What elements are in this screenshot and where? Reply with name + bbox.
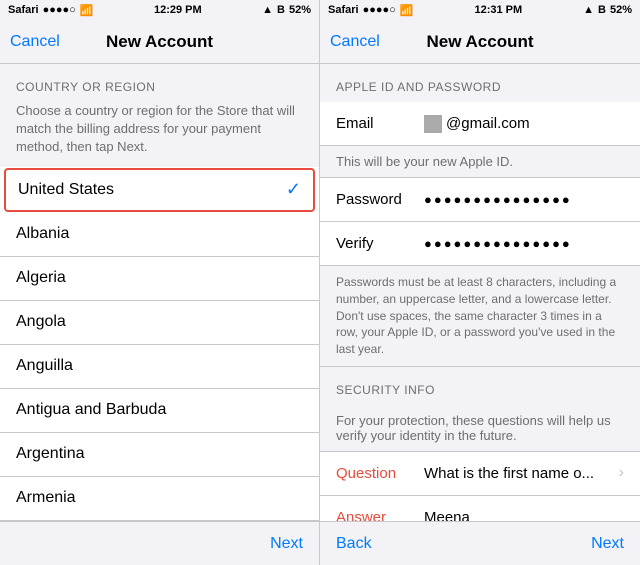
email-suffix: @gmail.com <box>446 115 530 132</box>
verify-label: Verify <box>336 235 416 252</box>
left-bottom-bar: Next <box>0 521 319 565</box>
country-name: Albania <box>16 225 69 243</box>
right-carrier: Safari <box>328 4 359 16</box>
left-carrier: Safari <box>8 4 39 16</box>
email-label: Email <box>336 115 416 132</box>
country-name: Antigua and Barbuda <box>16 401 166 419</box>
left-nav-bar: Cancel New Account <box>0 20 319 64</box>
left-wifi-icon: 📶 <box>80 4 94 17</box>
country-name: Algeria <box>16 269 66 287</box>
country-name: Argentina <box>16 445 85 463</box>
security-section: Question What is the first name o... › A… <box>320 452 640 521</box>
right-signal: ●●●●○ <box>363 4 396 16</box>
right-bluetooth-icon: B <box>598 4 606 16</box>
country-name-us: United States <box>18 181 114 199</box>
left-next-button[interactable]: Next <box>270 535 303 553</box>
password-section: Password ●●●●●●●●●●●●●●● Verify ●●●●●●●●… <box>320 178 640 266</box>
right-battery: 52% <box>610 4 632 16</box>
country-item-argentina[interactable]: Argentina <box>0 433 319 477</box>
answer1-row[interactable]: Answer Meena <box>320 496 640 521</box>
left-panel: Safari ●●●●○ 📶 12:29 PM ▲ B 52% Cancel N… <box>0 0 320 565</box>
left-battery: 52% <box>289 4 311 16</box>
password-row[interactable]: Password ●●●●●●●●●●●●●●● <box>320 178 640 222</box>
verify-row[interactable]: Verify ●●●●●●●●●●●●●●● <box>320 222 640 266</box>
left-signal: ●●●●○ <box>43 4 76 16</box>
password-label: Password <box>336 191 416 208</box>
right-wifi-icon: 📶 <box>400 4 414 17</box>
left-time: 12:29 PM <box>154 4 202 16</box>
security-header: SECURITY INFO <box>320 367 640 405</box>
country-item-antigua[interactable]: Antigua and Barbuda <box>0 389 319 433</box>
country-name: Armenia <box>16 489 76 507</box>
email-row[interactable]: Email @gmail.com <box>320 102 640 146</box>
right-next-button[interactable]: Next <box>591 535 624 553</box>
left-nav-title: New Account <box>106 32 213 52</box>
country-list: United States ✓ Albania Algeria Angola A… <box>0 167 319 521</box>
verify-value: ●●●●●●●●●●●●●●● <box>416 236 624 251</box>
country-item-us[interactable]: United States ✓ <box>4 168 315 212</box>
country-item-anguilla[interactable]: Anguilla <box>0 345 319 389</box>
right-status-bar: Safari ●●●●○ 📶 12:31 PM ▲ B 52% <box>320 0 640 20</box>
apple-id-section: Email @gmail.com <box>320 102 640 146</box>
country-name: Angola <box>16 313 66 331</box>
right-nav-bar: Cancel New Account <box>320 20 640 64</box>
left-bluetooth-icon: B <box>277 4 285 16</box>
right-panel: Safari ●●●●○ 📶 12:31 PM ▲ B 52% Cancel N… <box>320 0 640 565</box>
left-section-header: COUNTRY OR REGION <box>0 64 319 102</box>
left-status-bar: Safari ●●●●○ 📶 12:29 PM ▲ B 52% <box>0 0 319 20</box>
right-bottom-bar: Back Next <box>320 521 640 565</box>
right-cancel-button[interactable]: Cancel <box>330 33 380 51</box>
right-back-button[interactable]: Back <box>336 535 372 553</box>
answer1-value: Meena <box>416 509 624 521</box>
right-time: 12:31 PM <box>474 4 522 16</box>
email-hint: This will be your new Apple ID. <box>320 146 640 178</box>
question1-row[interactable]: Question What is the first name o... › <box>320 452 640 496</box>
left-section-desc: Choose a country or region for the Store… <box>0 102 319 167</box>
right-nav-title: New Account <box>426 32 533 52</box>
country-name: Anguilla <box>16 357 73 375</box>
password-warning: Passwords must be at least 8 characters,… <box>320 266 640 367</box>
country-item-armenia[interactable]: Armenia <box>0 477 319 521</box>
email-gray-box <box>424 115 442 133</box>
answer1-label: Answer <box>336 509 416 521</box>
question1-value: What is the first name o... <box>416 465 619 482</box>
email-value: @gmail.com <box>416 115 624 133</box>
question1-label: Question <box>336 465 416 482</box>
country-item-algeria[interactable]: Algeria <box>0 257 319 301</box>
question1-chevron-icon: › <box>619 464 624 482</box>
security-desc: For your protection, these questions wil… <box>320 405 640 452</box>
country-item-angola[interactable]: Angola <box>0 301 319 345</box>
password-value: ●●●●●●●●●●●●●●● <box>416 192 624 207</box>
checkmark-icon: ✓ <box>286 179 301 200</box>
left-cancel-button[interactable]: Cancel <box>10 33 60 51</box>
left-location-icon: ▲ <box>262 4 273 16</box>
right-location-icon: ▲ <box>583 4 594 16</box>
country-item-albania[interactable]: Albania <box>0 213 319 257</box>
right-section-header: APPLE ID AND PASSWORD <box>320 64 640 102</box>
right-content: APPLE ID AND PASSWORD Email @gmail.com T… <box>320 64 640 521</box>
